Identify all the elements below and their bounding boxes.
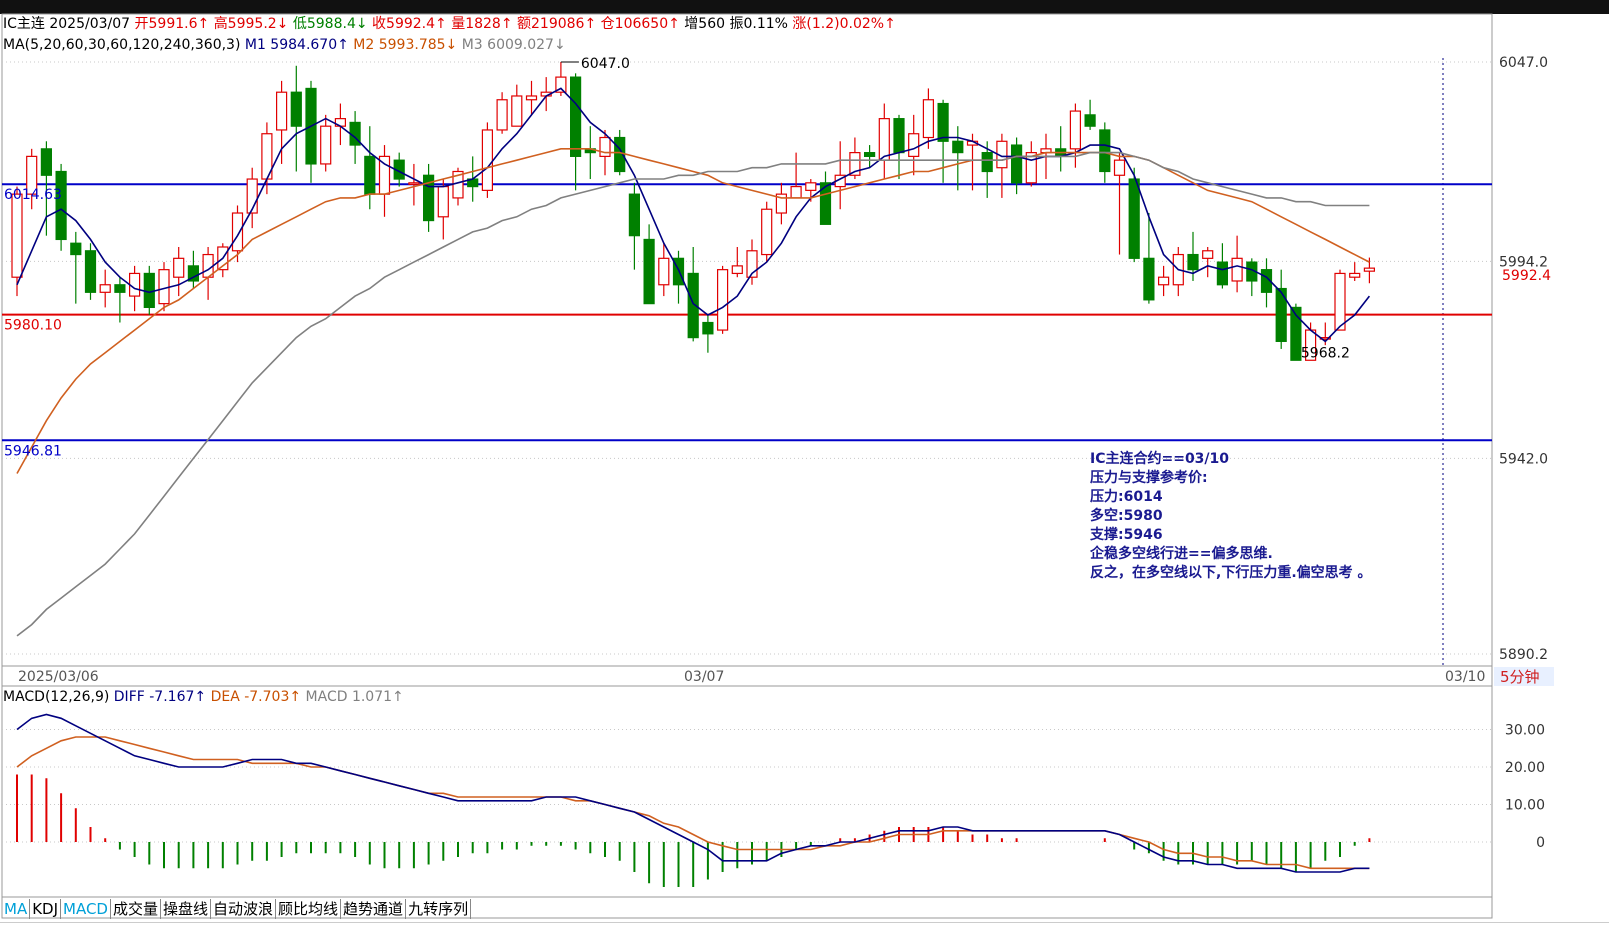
candle-body [1216, 261, 1229, 286]
note-line: 多空:5980 [1090, 508, 1163, 524]
candle-body [481, 129, 493, 191]
candle-body [981, 152, 993, 173]
tab-operation-line[interactable]: 操盘线 [161, 899, 212, 919]
tab-volume[interactable]: 成交量 [111, 899, 161, 919]
candle-body [628, 193, 641, 237]
candle-body [496, 99, 508, 131]
candle-body [658, 257, 670, 286]
candle-body [364, 155, 376, 195]
bottom-status-bar [0, 922, 1609, 952]
candle-body [320, 125, 332, 165]
candle-body [1363, 267, 1376, 272]
candle-body [1113, 159, 1126, 176]
candle-body [1187, 253, 1199, 271]
note-line: 反之，在多空线以下,下行压力重.偏空思考 。 [1090, 565, 1372, 581]
candle-body [716, 269, 729, 331]
candle-body [569, 76, 582, 157]
candle-body [525, 95, 538, 101]
price-axis-label: 5942.0 [1499, 451, 1548, 467]
candle-body [231, 212, 244, 252]
candle-body [1202, 250, 1214, 259]
note-line: IC主连合约==03/10 [1090, 451, 1230, 467]
candle-body [1143, 257, 1155, 301]
time-axis-label: 03/07 [684, 669, 724, 685]
candle-body [1099, 129, 1111, 173]
tab-guppy[interactable]: 顾比均线 [276, 899, 342, 919]
note-line: 企稳多空线行进==偏多思维. [1090, 546, 1273, 562]
low-price-label: 5968.2 [1301, 346, 1350, 362]
candle-body [790, 185, 802, 199]
candle-body [40, 148, 53, 176]
candle-body [114, 284, 126, 293]
candle-body [1157, 276, 1170, 286]
candle-body [908, 133, 920, 157]
note-line: 压力与支撑参考价: [1090, 470, 1208, 486]
candle-body [761, 208, 773, 256]
candle-body [1334, 272, 1346, 331]
candle-body [70, 242, 82, 256]
candle-body [1069, 110, 1082, 150]
note-box: IC主连合约==03/10 压力与支撑参考价: 压力:6014 多空:5980 … [1090, 450, 1372, 583]
ma-line-m1 [16, 87, 1371, 343]
indicator-tabs[interactable]: MA KDJ MACD 成交量 操盘线 自动波浪 顾比均线 趋势通道 九转序列 [2, 899, 472, 919]
candle-body [863, 152, 876, 157]
high-price-label: 6047.0 [581, 56, 630, 72]
macd-axis-label: 10.00 [1505, 798, 1545, 814]
resistance-line-label: 6014.63 [4, 187, 62, 203]
price-axis-label: 6047.0 [1499, 55, 1548, 71]
candle-body [143, 272, 155, 309]
candle-body [1349, 272, 1361, 278]
support-line-label: 5946.81 [4, 443, 62, 459]
candle-body [1084, 114, 1096, 127]
candle-body [599, 136, 611, 157]
last-price-tag: 5992.4 [1502, 268, 1551, 284]
candle-body [922, 99, 935, 139]
level-lines [2, 183, 1492, 442]
note-line: 支撑:5946 [1090, 527, 1163, 543]
price-axis-label: 5890.2 [1499, 647, 1548, 663]
candle-body [99, 284, 111, 293]
tab-nine-turn[interactable]: 九转序列 [406, 899, 472, 919]
time-axis-label: 2025/03/06 [18, 669, 99, 685]
candle-body [55, 170, 67, 241]
candle-body [805, 182, 817, 191]
candle-body [158, 269, 170, 305]
candle-body [290, 91, 302, 127]
macd-axis-label: 30.00 [1505, 723, 1545, 739]
candle-body [129, 272, 141, 297]
candle-body [84, 250, 97, 293]
period-badge: 5分钟 [1500, 668, 1540, 686]
bull-bear-line-label: 5980.10 [4, 318, 62, 334]
right-side-panel[interactable] [1555, 14, 1575, 904]
candle-body [1231, 257, 1243, 282]
tab-trend-channel[interactable]: 趋势通道 [341, 899, 407, 919]
tab-kdj[interactable]: KDJ [30, 899, 62, 919]
candle-body [952, 140, 964, 154]
tab-auto-wave[interactable]: 自动波浪 [211, 899, 277, 919]
tab-ma[interactable]: MA [2, 899, 31, 919]
candle-body [408, 182, 420, 185]
candle-body [702, 321, 714, 335]
candle-body [276, 91, 288, 131]
note-line: 压力:6014 [1090, 489, 1163, 505]
candle-body [643, 238, 655, 305]
candle-body [1010, 144, 1023, 184]
macd-axis-label: 20.00 [1505, 760, 1545, 776]
macd-panel [16, 713, 1371, 887]
candle-body [437, 185, 449, 218]
candle-body [731, 265, 743, 275]
time-axis-label: 03/10 [1445, 669, 1485, 685]
candle-body [893, 118, 905, 154]
candle-body [937, 102, 949, 142]
candle-body [878, 118, 890, 161]
tab-macd[interactable]: MACD [61, 899, 111, 919]
candle-body [11, 193, 23, 278]
candle-body [511, 95, 523, 127]
macd-axis-label: 0 [1536, 835, 1545, 851]
candle-body [173, 257, 185, 278]
candle-body [1128, 178, 1140, 259]
